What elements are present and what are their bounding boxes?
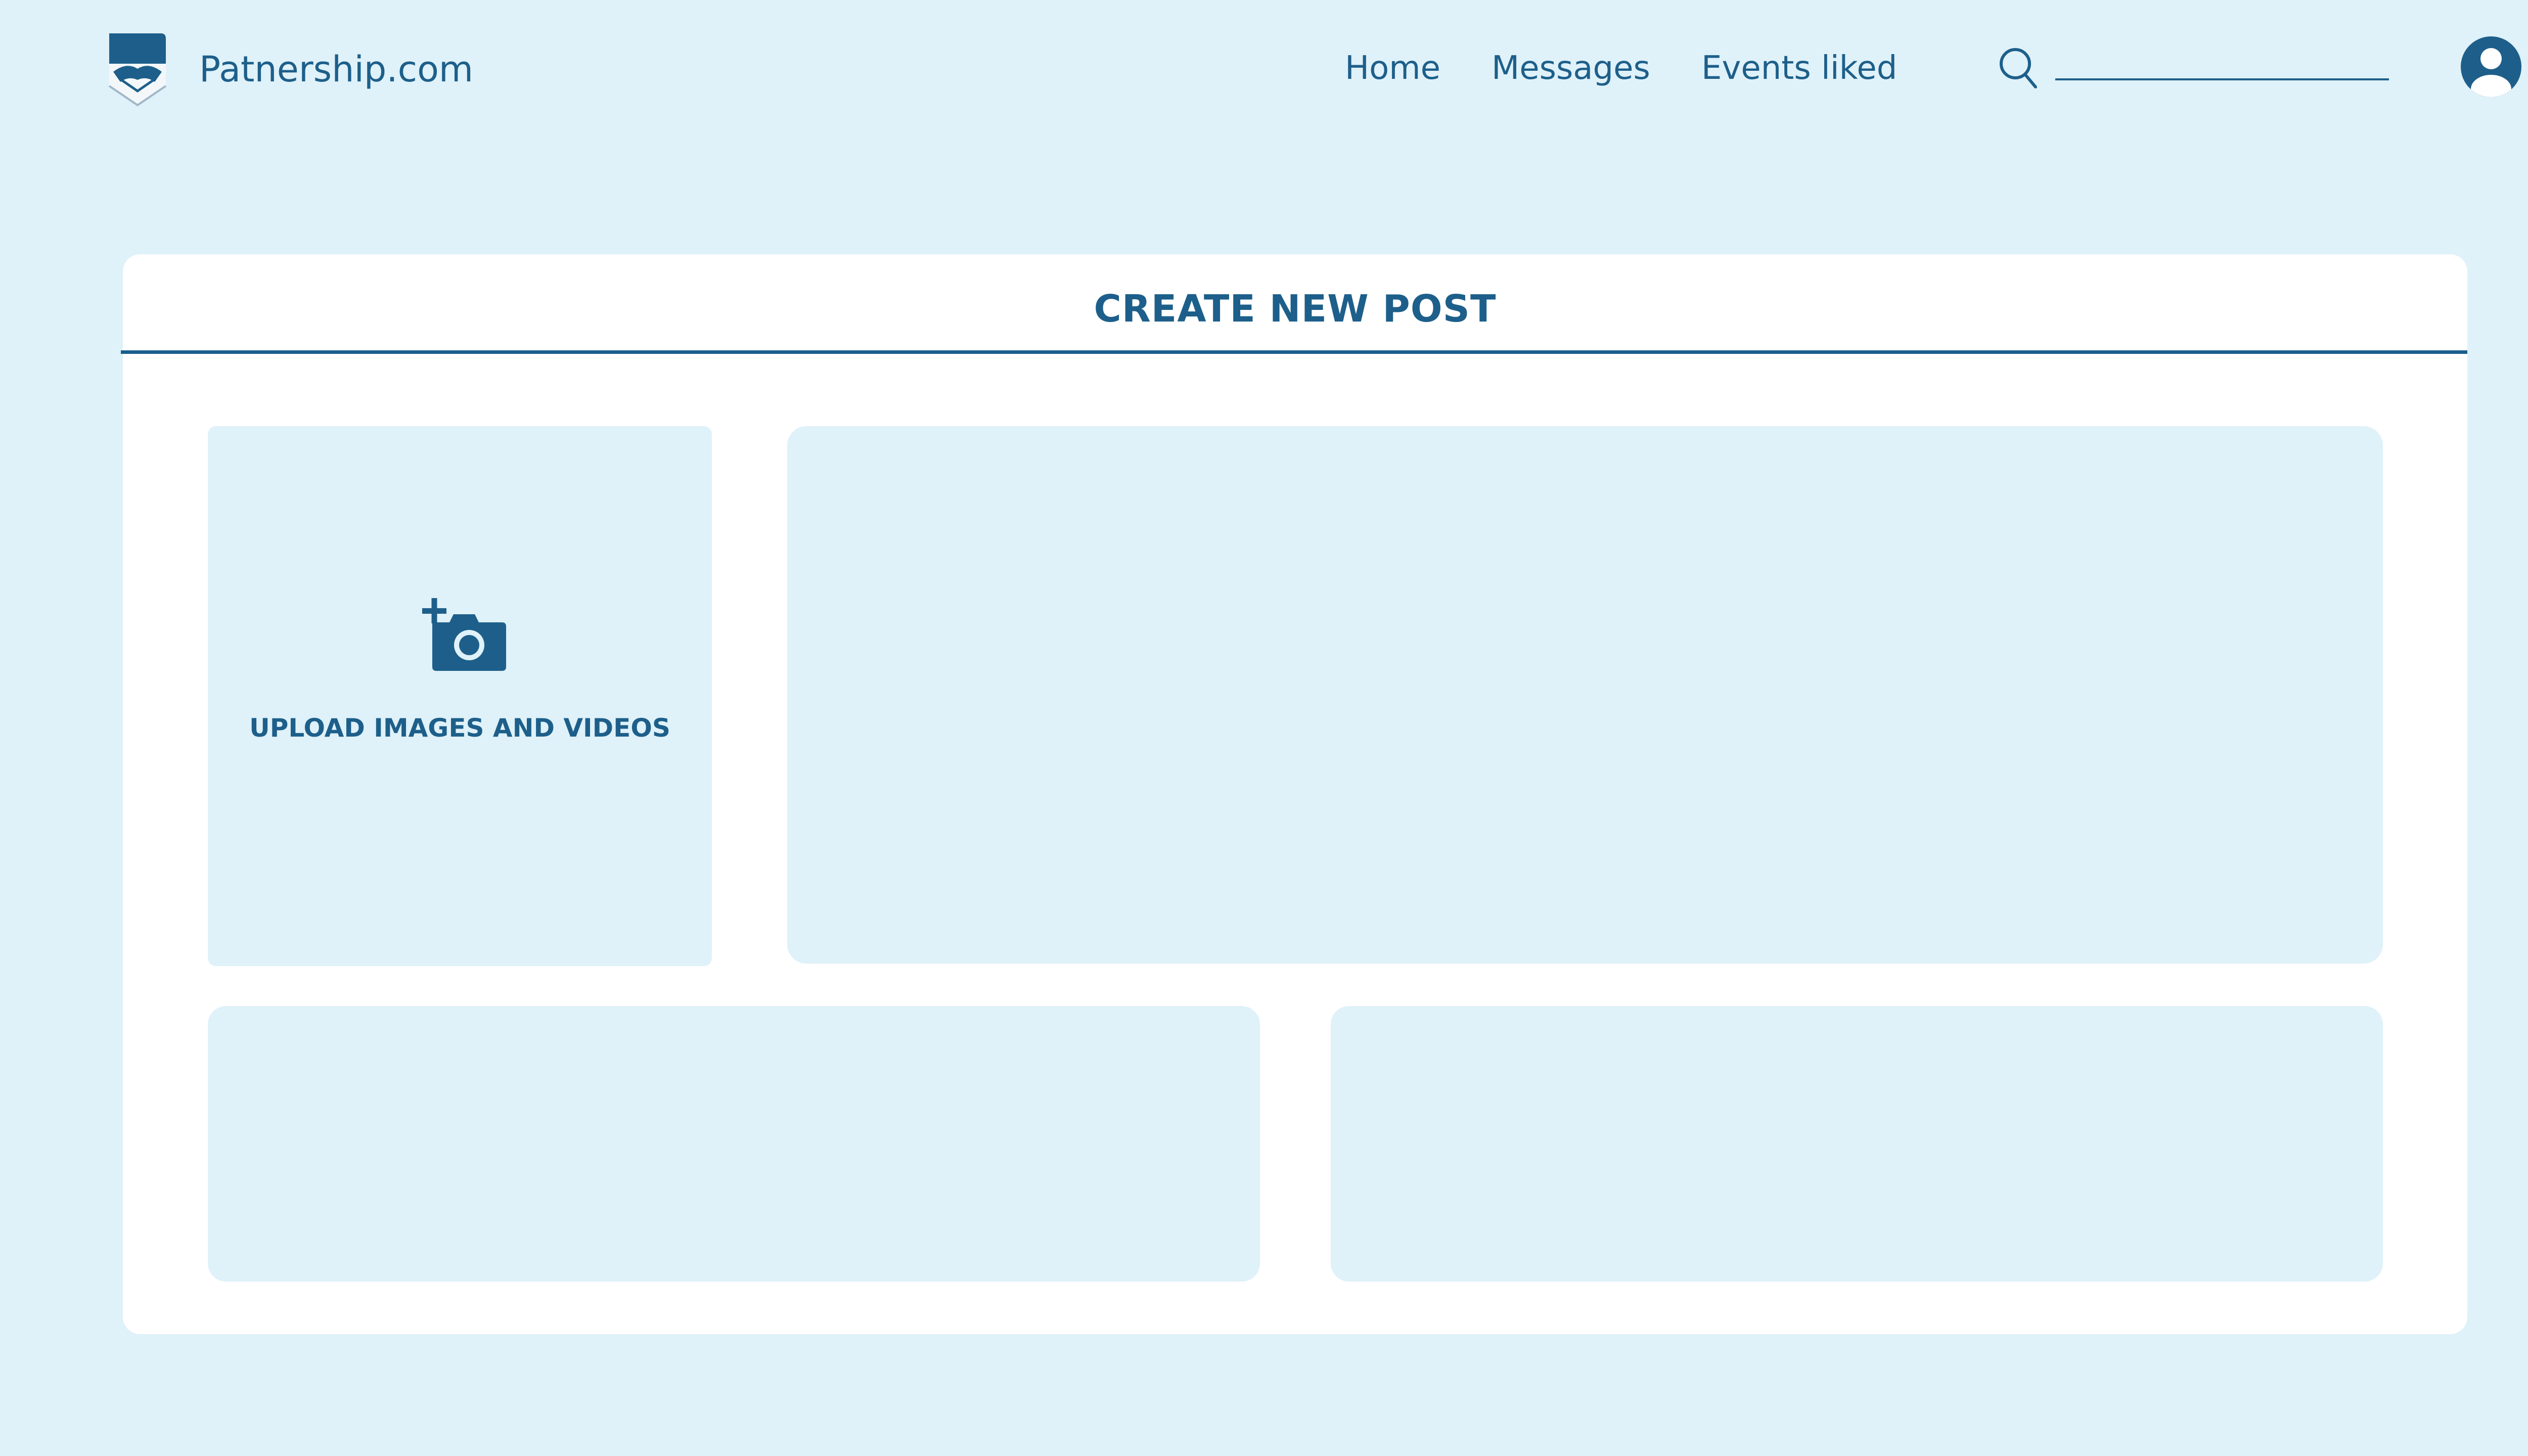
user-avatar-icon[interactable] <box>2461 36 2521 97</box>
brand[interactable]: Patnership.com <box>106 31 473 107</box>
search-input[interactable] <box>2055 48 2389 80</box>
post-description-area[interactable] <box>787 426 2383 964</box>
create-post-card: CREATE NEW POST UPLOAD IMAGES AND VIDEOS <box>121 254 2467 1334</box>
nav-messages-link[interactable]: Messages <box>1492 50 1704 87</box>
top-navigation-bar: Patnership.com Home Messages Events like… <box>0 0 2528 136</box>
main-nav: Home Messages Events liked <box>1345 43 1939 94</box>
post-field-right[interactable] <box>1331 1006 2383 1282</box>
title-divider <box>121 350 2467 354</box>
search-icon[interactable] <box>1997 46 2040 91</box>
upload-media-area[interactable]: UPLOAD IMAGES AND VIDEOS <box>208 426 712 966</box>
camera-plus-icon <box>422 598 506 671</box>
page-title: CREATE NEW POST <box>1094 287 1497 331</box>
nav-home-link[interactable]: Home <box>1345 50 1497 87</box>
post-field-left[interactable] <box>208 1006 1260 1282</box>
brand-name: Patnership.com <box>199 49 474 90</box>
upload-label: UPLOAD IMAGES AND VIDEOS <box>249 713 670 743</box>
nav-events-liked-link[interactable]: Events liked <box>1701 50 1939 87</box>
handshake-shield-logo-icon <box>108 33 167 107</box>
